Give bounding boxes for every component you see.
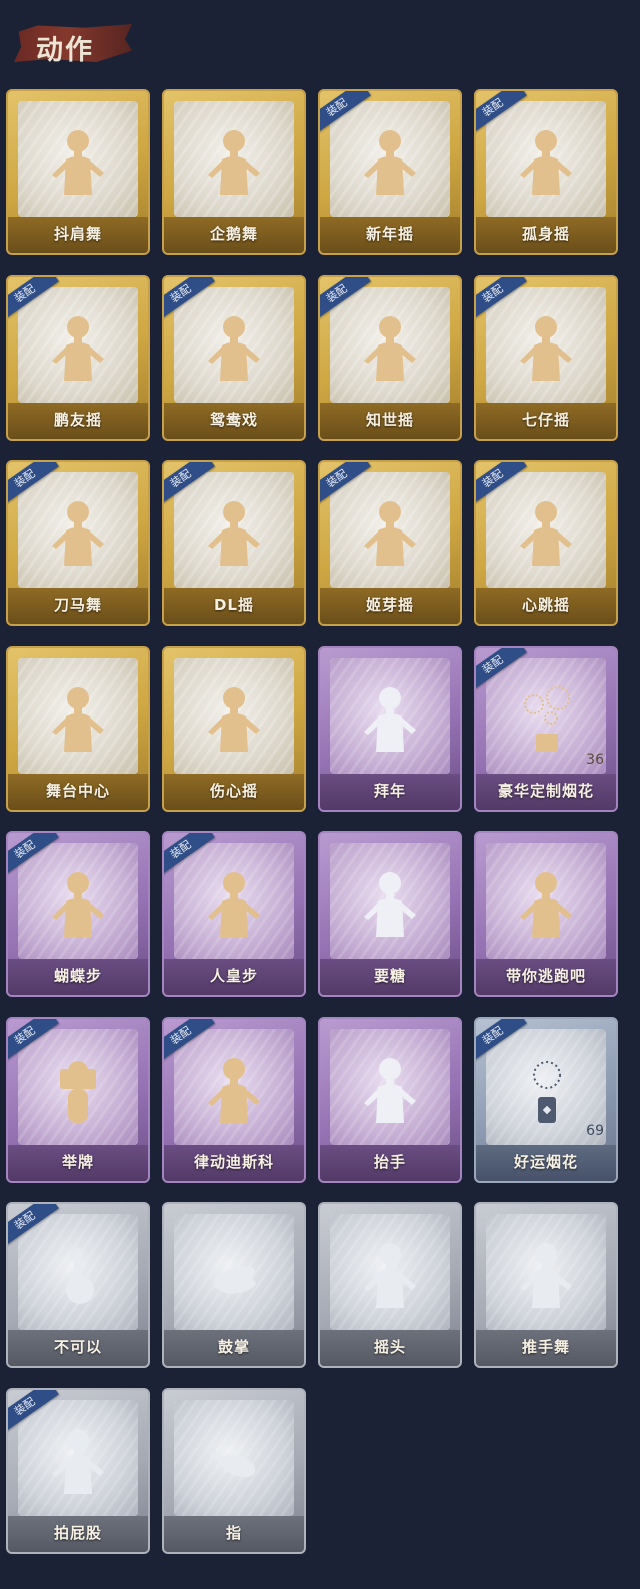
- emote-card[interactable]: 抖肩舞: [6, 89, 150, 255]
- emote-name: 抬手: [373, 1153, 406, 1171]
- emote-card[interactable]: 心跳摇 装配: [474, 460, 618, 626]
- person-pose-icon: [360, 1238, 420, 1318]
- emote-name: 姬芽摇: [365, 596, 414, 614]
- person-pose-icon: [48, 311, 108, 391]
- emote-card[interactable]: DL摇 装配: [162, 460, 306, 626]
- item-count: 69: [586, 1123, 604, 1139]
- firework-box-icon: [516, 682, 576, 762]
- emote-name: 豪华定制烟花: [497, 782, 594, 800]
- person-pose-icon: [48, 1424, 108, 1504]
- emote-card[interactable]: 孤身摇 装配: [474, 89, 618, 255]
- person-pose-icon: [204, 311, 264, 391]
- emote-card[interactable]: 企鹅舞: [162, 89, 306, 255]
- emote-card[interactable]: 知世摇 装配: [318, 275, 462, 441]
- emote-name: 心跳摇: [521, 596, 570, 614]
- emote-card[interactable]: 鼓掌: [162, 1202, 306, 1368]
- emote-name: 孤身摇: [521, 225, 570, 243]
- item-count: 36: [586, 752, 604, 768]
- emote-card[interactable]: 伤心摇: [162, 646, 306, 812]
- emote-card[interactable]: 蝴蝶步 装配: [6, 831, 150, 997]
- emote-card[interactable]: 要糖: [318, 831, 462, 997]
- emote-card[interactable]: 律动迪斯科 装配: [162, 1017, 306, 1183]
- emote-name: 蝴蝶步: [53, 967, 102, 985]
- emote-card[interactable]: 七仔摇 装配: [474, 275, 618, 441]
- person-pose-icon: [204, 682, 264, 762]
- emote-name: 抖肩舞: [53, 225, 102, 243]
- emote-name: 鼓掌: [217, 1338, 250, 1356]
- emote-name: 律动迪斯科: [193, 1153, 274, 1171]
- emote-card[interactable]: 拜年: [318, 646, 462, 812]
- person-pose-icon: [48, 682, 108, 762]
- person-pose-icon: [516, 867, 576, 947]
- emote-card[interactable]: 好运烟花 装配 69: [474, 1017, 618, 1183]
- emote-card[interactable]: 新年摇 装配: [318, 89, 462, 255]
- person-pose-icon: [360, 682, 420, 762]
- person-pose-icon: [204, 867, 264, 947]
- emote-name: 人皇步: [209, 967, 258, 985]
- emote-name: 刀马舞: [53, 596, 102, 614]
- emote-name: 鹏友摇: [53, 411, 102, 429]
- emote-name: DL摇: [213, 596, 254, 614]
- person-pose-icon: [360, 867, 420, 947]
- emote-name: 拍屁股: [53, 1524, 102, 1542]
- emote-card[interactable]: 指: [162, 1388, 306, 1554]
- emote-name: 摇头: [373, 1338, 406, 1356]
- emote-name: 不可以: [53, 1338, 102, 1356]
- person-pose-icon: [360, 496, 420, 576]
- section-title: 动作: [36, 35, 94, 66]
- emote-card[interactable]: 抬手: [318, 1017, 462, 1183]
- firework-can-icon: [516, 1053, 576, 1133]
- emote-name: 拜年: [373, 782, 406, 800]
- person-pose-icon: [48, 867, 108, 947]
- emote-name: 好运烟花: [513, 1153, 578, 1171]
- person-sign-icon: [48, 1053, 108, 1133]
- emote-card[interactable]: 不可以 装配: [6, 1202, 150, 1368]
- emote-name: 知世摇: [365, 411, 414, 429]
- person-pose-icon: [516, 1238, 576, 1318]
- emote-card[interactable]: 摇头: [318, 1202, 462, 1368]
- emote-card[interactable]: 拍屁股 装配: [6, 1388, 150, 1554]
- person-pose-icon: [360, 1053, 420, 1133]
- person-pose-icon: [204, 125, 264, 205]
- person-pose-icon: [48, 496, 108, 576]
- pointing-hand-icon: [204, 1424, 264, 1504]
- emote-card[interactable]: 舞台中心: [6, 646, 150, 812]
- emote-card[interactable]: 带你逃跑吧: [474, 831, 618, 997]
- emote-name: 推手舞: [521, 1338, 570, 1356]
- emote-name: 舞台中心: [45, 782, 110, 800]
- emote-card[interactable]: 推手舞: [474, 1202, 618, 1368]
- emote-name: 新年摇: [365, 225, 414, 243]
- emote-card[interactable]: 刀马舞 装配: [6, 460, 150, 626]
- person-pose-icon: [360, 125, 420, 205]
- section-header: 动作: [14, 18, 134, 70]
- emote-name: 举牌: [61, 1153, 94, 1171]
- emote-name: 要糖: [373, 967, 406, 985]
- emote-name: 企鹅舞: [209, 225, 258, 243]
- emote-name: 指: [225, 1524, 242, 1542]
- person-pose-icon: [204, 496, 264, 576]
- emote-card[interactable]: 举牌 装配: [6, 1017, 150, 1183]
- person-pose-icon: [516, 496, 576, 576]
- emote-name: 带你逃跑吧: [505, 967, 586, 985]
- person-pose-icon: [204, 1053, 264, 1133]
- clap-hands-icon: [204, 1238, 264, 1318]
- emote-card[interactable]: 人皇步 装配: [162, 831, 306, 997]
- emote-card[interactable]: 姬芽摇 装配: [318, 460, 462, 626]
- emote-card[interactable]: 豪华定制烟花 装配 36: [474, 646, 618, 812]
- finger-icon: [48, 1238, 108, 1318]
- person-pose-icon: [516, 311, 576, 391]
- person-pose-icon: [516, 125, 576, 205]
- emote-name: 鸳鸯戏: [209, 411, 258, 429]
- emote-card[interactable]: 鸳鸯戏 装配: [162, 275, 306, 441]
- person-pose-icon: [48, 125, 108, 205]
- emote-card[interactable]: 鹏友摇 装配: [6, 275, 150, 441]
- emote-name: 伤心摇: [209, 782, 258, 800]
- emote-name: 七仔摇: [521, 411, 570, 429]
- person-pose-icon: [360, 311, 420, 391]
